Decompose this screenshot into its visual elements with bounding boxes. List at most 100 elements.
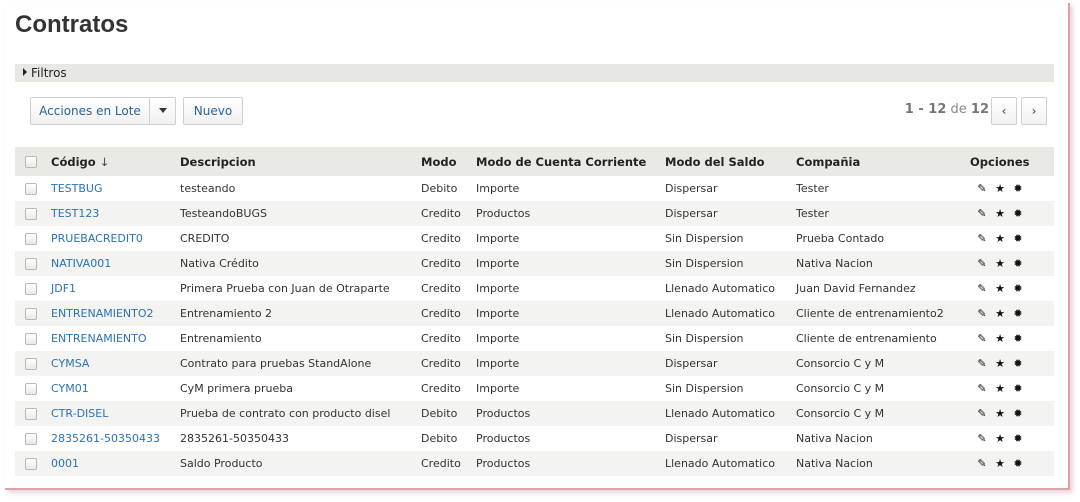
gear-icon[interactable]: ✹	[1012, 307, 1024, 320]
gear-icon[interactable]: ✹	[1012, 282, 1024, 295]
mode-cell: Credito	[421, 282, 461, 295]
edit-icon[interactable]: ✎	[976, 432, 988, 445]
edit-icon[interactable]: ✎	[976, 282, 988, 295]
contract-code-link[interactable]: CYMSA	[51, 357, 89, 370]
star-icon[interactable]: ★	[994, 282, 1006, 295]
star-icon[interactable]: ★	[994, 307, 1006, 320]
gear-icon[interactable]: ✹	[1012, 382, 1024, 395]
contract-code-link[interactable]: ENTRENAMIENTO2	[51, 307, 154, 320]
row-checkbox[interactable]	[25, 208, 37, 220]
account-mode-cell: Importe	[476, 282, 520, 295]
contract-code-link[interactable]: 0001	[51, 457, 79, 470]
contract-code-link[interactable]: PRUEBACREDIT0	[51, 232, 143, 245]
contract-code-link[interactable]: CTR-DISEL	[51, 407, 108, 420]
row-checkbox[interactable]	[25, 308, 37, 320]
mode-cell: Credito	[421, 332, 461, 345]
gear-icon[interactable]: ✹	[1012, 432, 1024, 445]
pager-of-label: de	[946, 102, 971, 117]
edit-icon[interactable]: ✎	[976, 232, 988, 245]
gear-icon[interactable]: ✹	[1012, 332, 1024, 345]
star-icon[interactable]: ★	[994, 257, 1006, 270]
column-header-company[interactable]: Compañia	[792, 147, 954, 176]
table-row: 0001 Saldo Producto Credito Productos Llenad…	[15, 451, 1054, 476]
row-checkbox[interactable]	[25, 433, 37, 445]
gear-icon[interactable]: ✹	[1012, 257, 1024, 270]
options-cell: ✎ ★ ✹	[954, 326, 1054, 351]
company-cell: Tester	[792, 201, 954, 226]
star-icon[interactable]: ★	[994, 407, 1006, 420]
star-icon[interactable]: ★	[994, 357, 1006, 370]
select-all-checkbox[interactable]	[25, 156, 37, 168]
edit-icon[interactable]: ✎	[976, 207, 988, 220]
balance-mode-cell: Llenado Automatico	[661, 401, 792, 426]
row-checkbox[interactable]	[25, 408, 37, 420]
edit-icon[interactable]: ✎	[976, 332, 988, 345]
column-header-options: Opciones	[954, 147, 1054, 176]
filters-toggle[interactable]: Filtros	[15, 64, 1054, 82]
column-header-description[interactable]: Descripcion	[176, 147, 417, 176]
mode-cell: Credito	[417, 351, 472, 376]
contract-code-link[interactable]: TEST123	[51, 207, 99, 220]
star-icon[interactable]: ★	[994, 182, 1006, 195]
company-cell: Consorcio C y M	[792, 401, 954, 426]
batch-actions-dropdown-button[interactable]	[149, 97, 176, 125]
code-cell: 2835261-50350433	[47, 426, 176, 451]
contract-code-link[interactable]: 2835261-50350433	[51, 432, 160, 445]
balance-mode-cell: Sin Dispersion	[665, 232, 744, 245]
column-header-account-mode[interactable]: Modo de Cuenta Corriente	[472, 147, 661, 176]
gear-icon[interactable]: ✹	[1012, 357, 1024, 370]
row-checkbox[interactable]	[25, 183, 37, 195]
table-row: CYM01 CyM primera prueba Credito Importe Sin…	[15, 376, 1054, 401]
company-cell: Nativa Nacion	[792, 451, 954, 476]
gear-icon[interactable]: ✹	[1012, 457, 1024, 470]
options-cell: ✎ ★ ✹	[954, 351, 1054, 376]
star-icon[interactable]: ★	[994, 232, 1006, 245]
edit-icon[interactable]: ✎	[976, 307, 988, 320]
row-checkbox[interactable]	[25, 383, 37, 395]
code-cell: JDF1	[47, 276, 176, 301]
star-icon[interactable]: ★	[994, 432, 1006, 445]
row-checkbox[interactable]	[25, 458, 37, 470]
row-checkbox[interactable]	[25, 258, 37, 270]
edit-icon[interactable]: ✎	[976, 257, 988, 270]
batch-actions-button[interactable]: Acciones en Lote	[30, 97, 150, 125]
column-header-code[interactable]: Código ↓	[47, 147, 176, 176]
contract-code-link[interactable]: JDF1	[51, 282, 76, 295]
pager-next-button[interactable]: ›	[1021, 97, 1047, 125]
description-cell: Entrenamiento	[180, 332, 262, 345]
row-checkbox[interactable]	[25, 358, 37, 370]
contract-code-link[interactable]: CYM01	[51, 382, 89, 395]
row-checkbox[interactable]	[25, 233, 37, 245]
description-cell: Entrenamiento 2	[176, 301, 417, 326]
contract-code-link[interactable]: TESTBUG	[51, 182, 103, 195]
pager-prev-button[interactable]: ‹	[991, 97, 1017, 125]
contract-code-link[interactable]: ENTRENAMIENTO	[51, 332, 147, 345]
row-select-cell	[15, 351, 47, 376]
mode-cell: Debito	[421, 432, 458, 445]
contract-code-link[interactable]: NATIVA001	[51, 257, 111, 270]
edit-icon[interactable]: ✎	[976, 407, 988, 420]
star-icon[interactable]: ★	[994, 382, 1006, 395]
row-checkbox[interactable]	[25, 283, 37, 295]
star-icon[interactable]: ★	[994, 457, 1006, 470]
column-header-balance-mode[interactable]: Modo del Saldo	[661, 147, 792, 176]
row-checkbox[interactable]	[25, 333, 37, 345]
mode-cell: Debito	[421, 182, 458, 195]
edit-icon[interactable]: ✎	[976, 357, 988, 370]
mode-cell: Credito	[421, 382, 461, 395]
table-header-row: Código ↓ Descripcion Modo Modo de Cuenta…	[15, 147, 1054, 176]
star-icon[interactable]: ★	[994, 332, 1006, 345]
edit-icon[interactable]: ✎	[976, 182, 988, 195]
gear-icon[interactable]: ✹	[1012, 232, 1024, 245]
column-header-mode[interactable]: Modo	[417, 147, 472, 176]
gear-icon[interactable]: ✹	[1012, 207, 1024, 220]
balance-mode-cell: Dispersar	[661, 351, 792, 376]
new-button[interactable]: Nuevo	[183, 97, 243, 125]
table-row: ENTRENAMIENTO2 Entrenamiento 2 Credito Impo…	[15, 301, 1054, 326]
gear-icon[interactable]: ✹	[1012, 182, 1024, 195]
star-icon[interactable]: ★	[994, 207, 1006, 220]
table-row: CTR-DISEL Prueba de contrato con producto…	[15, 401, 1054, 426]
gear-icon[interactable]: ✹	[1012, 407, 1024, 420]
edit-icon[interactable]: ✎	[976, 457, 988, 470]
edit-icon[interactable]: ✎	[976, 382, 988, 395]
